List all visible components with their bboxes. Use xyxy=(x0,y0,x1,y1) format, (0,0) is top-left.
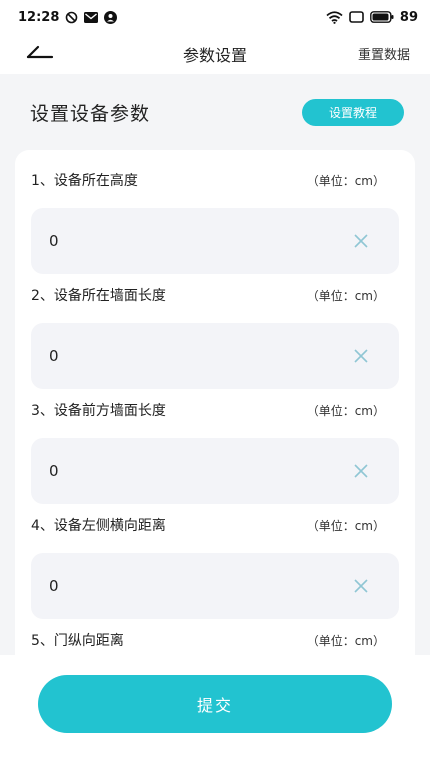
param-item: 2、设备所在墙面长度 （单位：cm） 0 xyxy=(15,267,415,389)
alarm-off-icon xyxy=(65,11,78,24)
param-header: 3、设备前方墙面长度 （单位：cm） xyxy=(15,382,415,438)
param-unit: （单位：cm） xyxy=(306,403,385,418)
page-title: 参数设置 xyxy=(182,46,247,65)
reset-data-button[interactable]: 重置数据 xyxy=(358,44,410,63)
screen-icon xyxy=(349,11,364,23)
status-right: 89 xyxy=(326,10,418,25)
param-item: 5、门纵向距离 （单位：cm） xyxy=(15,612,415,655)
status-time: 12:28 xyxy=(18,9,60,25)
footer: 提交 xyxy=(0,655,430,765)
param-input[interactable]: 0 xyxy=(31,323,399,389)
clear-icon[interactable] xyxy=(353,463,369,479)
param-label: 2、设备所在墙面长度 xyxy=(31,288,166,304)
param-label: 5、门纵向距离 xyxy=(31,633,124,649)
param-item: 3、设备前方墙面长度 （单位：cm） 0 xyxy=(15,382,415,504)
param-label: 3、设备前方墙面长度 xyxy=(31,403,166,419)
param-value: 0 xyxy=(49,577,59,595)
back-button[interactable] xyxy=(26,40,66,68)
section-header: 设置设备参数 设置教程 xyxy=(0,74,430,150)
mail-icon xyxy=(84,11,99,23)
param-value: 0 xyxy=(49,232,59,250)
param-unit: （单位：cm） xyxy=(306,518,385,533)
param-item: 1、设备所在高度 （单位：cm） 0 xyxy=(15,152,415,274)
parameter-card: 1、设备所在高度 （单位：cm） 0 2、设备所在墙面长度 （单位：cm） 0 … xyxy=(15,150,415,655)
param-item: 4、设备左侧横向距离 （单位：cm） 0 xyxy=(15,497,415,619)
submit-button[interactable]: 提交 xyxy=(38,675,392,733)
param-unit: （单位：cm） xyxy=(306,288,385,303)
wifi-icon xyxy=(326,10,343,24)
param-header: 4、设备左侧横向距离 （单位：cm） xyxy=(15,497,415,553)
param-input[interactable]: 0 xyxy=(31,438,399,504)
battery-level: 89 xyxy=(399,9,418,25)
tutorial-button[interactable]: 设置教程 xyxy=(302,98,404,126)
param-header: 5、门纵向距离 （单位：cm） xyxy=(15,612,415,655)
back-arrow-icon xyxy=(26,44,54,64)
param-value: 0 xyxy=(49,462,59,480)
clear-icon[interactable] xyxy=(353,348,369,364)
section-title: 设置设备参数 xyxy=(30,102,151,125)
param-value: 0 xyxy=(49,347,59,365)
param-label: 1、设备所在高度 xyxy=(31,173,138,189)
param-input[interactable]: 0 xyxy=(31,208,399,274)
param-header: 2、设备所在墙面长度 （单位：cm） xyxy=(15,267,415,323)
param-input[interactable]: 0 xyxy=(31,553,399,619)
param-unit: （单位：cm） xyxy=(306,173,385,188)
status-bar: 12:28 89 xyxy=(0,0,430,34)
battery-icon xyxy=(370,11,394,23)
param-label: 4、设备左侧横向距离 xyxy=(31,518,166,534)
account-icon xyxy=(104,10,118,24)
param-header: 1、设备所在高度 （单位：cm） xyxy=(15,152,415,208)
param-unit: （单位：cm） xyxy=(306,633,385,648)
nav-bar: 参数设置 重置数据 xyxy=(0,34,430,74)
status-left: 12:28 xyxy=(18,9,118,25)
clear-icon[interactable] xyxy=(353,578,369,594)
clear-icon[interactable] xyxy=(353,233,369,249)
